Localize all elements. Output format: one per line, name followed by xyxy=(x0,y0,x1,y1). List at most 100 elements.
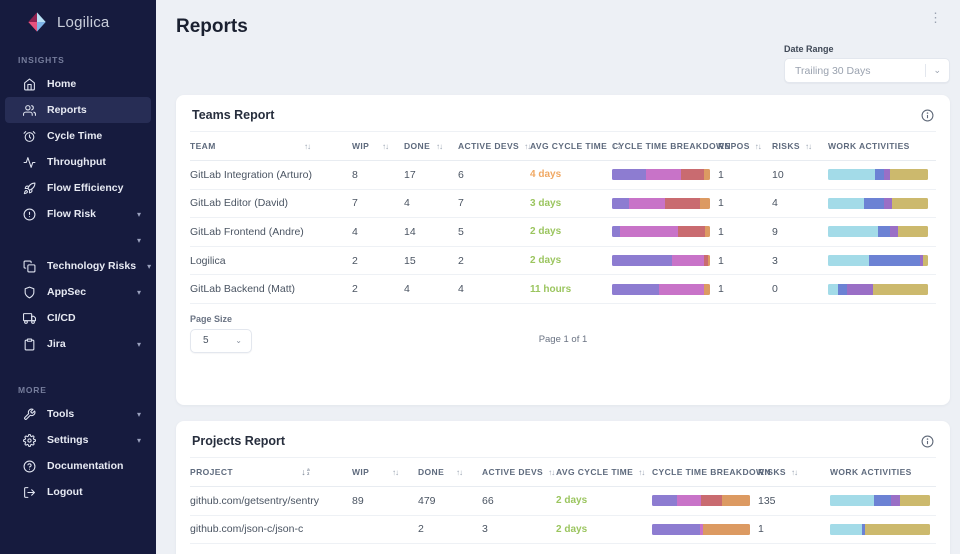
sidebar-item-reports[interactable]: Reports xyxy=(5,97,151,123)
teams-report-card: Teams Report TEAM↑↓WIP↑↓DONE↑↓ACTIVE DEV… xyxy=(176,95,950,405)
sidebar-item-jira[interactable]: Jira▾ xyxy=(5,331,151,357)
cycle-time-breakdown-cell xyxy=(612,255,718,266)
info-icon[interactable] xyxy=(921,109,934,122)
table-row[interactable]: GitLab Frontend (Andre)41452 days19 xyxy=(190,218,936,247)
bar-segment xyxy=(705,226,710,237)
sidebar-item-appsec[interactable]: AppSec▾ xyxy=(5,279,151,305)
risks-value: 0 xyxy=(772,283,828,295)
repos-value: 1 xyxy=(718,226,772,238)
sort-icon[interactable]: ↑↓ xyxy=(791,468,797,477)
kebab-menu-icon[interactable]: ⋮ xyxy=(921,14,950,30)
bar-segment xyxy=(864,198,884,209)
sort-icon[interactable]: ↑↓ xyxy=(755,142,761,151)
risks-value: 10 xyxy=(772,169,828,181)
bar-segment xyxy=(677,495,701,506)
work-activities-bar xyxy=(828,255,928,266)
sidebar-item-home[interactable]: Home xyxy=(5,71,151,97)
sort-descending-icon[interactable]: ↓az xyxy=(301,467,310,477)
sidebar-item-settings[interactable]: Settings▾ xyxy=(5,427,151,453)
main-content: Reports ⋮ Date Range Trailing 30 Days ⌄ … xyxy=(156,0,960,554)
sidebar-nav: INSIGHTSHomeReportsCycle TimeThroughputF… xyxy=(0,43,156,505)
sort-icon[interactable]: ↑↓ xyxy=(392,468,398,477)
column-label: DONE xyxy=(418,467,444,477)
bar-segment xyxy=(869,255,920,266)
sort-icon[interactable]: ↑↓ xyxy=(456,468,462,477)
bar-segment xyxy=(875,169,884,180)
teams-column-header-wip: WIP↑↓ xyxy=(352,141,404,151)
sort-icon[interactable]: ↑↓ xyxy=(436,142,442,151)
work-activities-bar xyxy=(828,169,928,180)
bar-segment xyxy=(873,284,928,295)
sidebar-section-label-insights: INSIGHTS xyxy=(0,55,156,71)
active-devs-value: 5 xyxy=(458,226,530,238)
page-title: Reports xyxy=(176,16,248,38)
done-value: 479 xyxy=(418,495,482,507)
tool-icon xyxy=(23,408,36,421)
sidebar-item-label: Cycle Time xyxy=(47,130,102,142)
cycle-time-breakdown-bar xyxy=(612,284,710,295)
sidebar-item-blank[interactable]: ▾ xyxy=(5,227,151,253)
sidebar-item-technology-risks[interactable]: Technology Risks▾ xyxy=(5,253,151,279)
sidebar-item-flow-risk[interactable]: Flow Risk▾ xyxy=(5,201,151,227)
repos-value: 1 xyxy=(718,255,772,267)
bar-segment xyxy=(708,255,710,266)
bar-segment xyxy=(898,226,928,237)
sidebar-item-label: Documentation xyxy=(47,460,123,472)
activity-icon xyxy=(23,156,36,169)
projects-table: PROJECT↓azWIP↑↓DONE↑↓ACTIVE DEVS↑↓AVG CY… xyxy=(190,457,936,544)
info-icon[interactable] xyxy=(921,435,934,448)
bar-segment xyxy=(612,284,659,295)
team-name: GitLab Backend (Matt) xyxy=(190,283,352,295)
table-row[interactable]: github.com/json-c/json-c232 days1 xyxy=(190,516,936,545)
table-row[interactable]: Logilica21522 days13 xyxy=(190,247,936,276)
sidebar-item-flow-efficiency[interactable]: Flow Efficiency xyxy=(5,175,151,201)
cycle-time-breakdown-cell xyxy=(612,226,718,237)
work-activities-cell xyxy=(828,198,936,209)
date-range-select[interactable]: Trailing 30 Days ⌄ xyxy=(784,58,950,83)
table-row[interactable]: GitLab Integration (Arturo)81764 days110 xyxy=(190,161,936,190)
risks-value: 1 xyxy=(758,523,830,535)
cycle-time-breakdown-cell xyxy=(612,284,718,295)
bar-segment xyxy=(704,284,710,295)
table-row[interactable]: GitLab Editor (David)7473 days14 xyxy=(190,190,936,219)
active-devs-value: 2 xyxy=(458,255,530,267)
column-label: AVG CYCLE TIME xyxy=(530,141,607,151)
sort-icon[interactable]: ↑↓ xyxy=(638,468,644,477)
sort-icon[interactable]: ↑↓ xyxy=(548,468,554,477)
sort-icon[interactable]: ↑↓ xyxy=(382,142,388,151)
done-value: 4 xyxy=(404,197,458,209)
bar-segment xyxy=(612,198,629,209)
table-row[interactable]: github.com/getsentry/sentry89479662 days… xyxy=(190,487,936,516)
shield-icon xyxy=(23,286,36,299)
projects-column-header-risks: RISKS↑↓ xyxy=(758,467,830,477)
projects-column-header-avg-cycle-time: AVG CYCLE TIME↑↓ xyxy=(556,467,652,477)
page-size-label: Page Size xyxy=(190,314,252,324)
projects-report-title: Projects Report xyxy=(192,434,285,448)
sidebar-item-label: Flow Risk xyxy=(47,208,96,220)
sidebar-item-documentation[interactable]: Documentation xyxy=(5,453,151,479)
teams-column-header-active-devs: ACTIVE DEVS↑↓ xyxy=(458,141,530,151)
bar-segment xyxy=(828,255,869,266)
clipboard-icon xyxy=(23,338,36,351)
projects-column-header-wip: WIP↑↓ xyxy=(352,467,418,477)
bar-segment xyxy=(830,524,862,535)
sidebar-item-logout[interactable]: Logout xyxy=(5,479,151,505)
sidebar-item-cycle-time[interactable]: Cycle Time xyxy=(5,123,151,149)
teams-table-body: GitLab Integration (Arturo)81764 days110… xyxy=(190,161,936,304)
bar-segment xyxy=(884,198,892,209)
bar-segment xyxy=(652,524,700,535)
sidebar-item-throughput[interactable]: Throughput xyxy=(5,149,151,175)
team-name: GitLab Editor (David) xyxy=(190,197,352,209)
table-row[interactable]: GitLab Backend (Matt)24411 hours10 xyxy=(190,275,936,304)
cycle-time-breakdown-bar xyxy=(652,495,750,506)
sort-icon[interactable]: ↑↓ xyxy=(304,142,310,151)
sidebar-item-tools[interactable]: Tools▾ xyxy=(5,401,151,427)
sort-icon[interactable]: ↑↓ xyxy=(805,142,811,151)
column-label: PROJECT xyxy=(190,467,233,477)
sidebar-item-ci-cd[interactable]: CI/CD xyxy=(5,305,151,331)
column-label: ACTIVE DEVS xyxy=(482,467,543,477)
team-name: GitLab Frontend (Andre) xyxy=(190,226,352,238)
avg-cycle-time-value: 4 days xyxy=(530,169,612,180)
projects-column-header-project: PROJECT ↓az xyxy=(190,467,352,477)
teams-report-title: Teams Report xyxy=(192,108,274,122)
